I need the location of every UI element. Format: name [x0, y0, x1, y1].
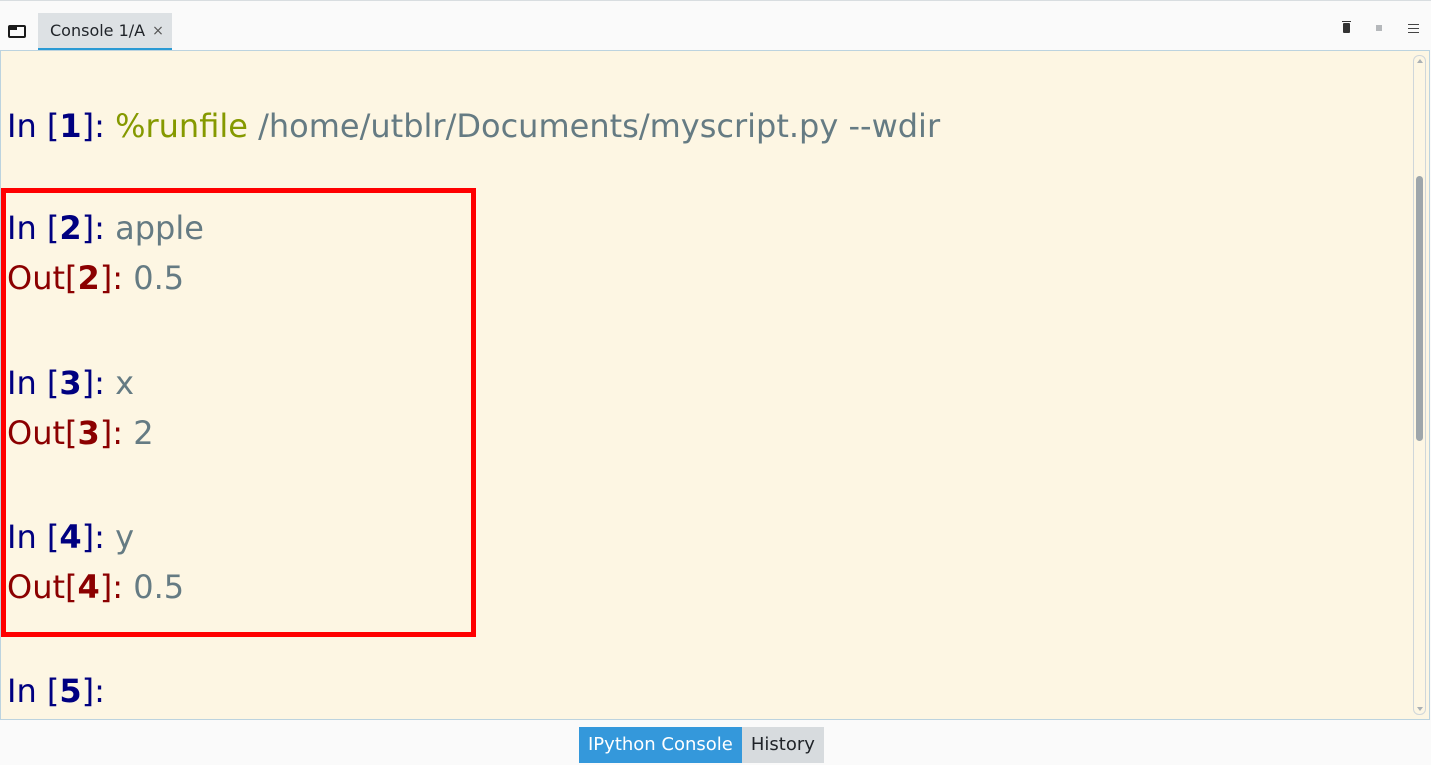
input-line-1: In [1]: %runfile /home/utblr/Documents/m… [7, 106, 940, 146]
close-icon[interactable]: × [152, 23, 164, 39]
scroll-up-icon[interactable] [1417, 59, 1423, 63]
tab-label: Console 1/A [50, 21, 146, 40]
console-toolbar [1342, 21, 1419, 33]
scroll-down-icon[interactable] [1417, 707, 1423, 711]
vertical-scrollbar[interactable] [1413, 55, 1426, 715]
tab-console-1a[interactable]: Console 1/A × [38, 13, 172, 50]
console-tabbar: Console 1/A × [0, 0, 1431, 50]
stop-icon[interactable] [1376, 25, 1382, 31]
console-output[interactable]: In [1]: %runfile /home/utblr/Documents/m… [0, 50, 1430, 720]
in-prompt: In [1]: [7, 107, 116, 145]
menu-icon[interactable] [1408, 23, 1419, 33]
ipython-console-pane: Console 1/A × In [1]: %runfile /home/utb… [0, 0, 1431, 765]
in-prompt: In [5]: [7, 672, 105, 710]
magic-command: %runfile [115, 107, 248, 145]
scrollbar-thumb[interactable] [1416, 176, 1423, 441]
trash-icon[interactable] [1342, 21, 1351, 33]
tab-ipython-console[interactable]: IPython Console [579, 727, 742, 763]
highlight-box [1, 188, 476, 637]
tab-history[interactable]: History [741, 727, 824, 763]
input-line-5[interactable]: In [5]: [7, 671, 105, 711]
window-icon[interactable] [8, 25, 26, 38]
plugin-tabs: IPython Console History [579, 727, 824, 763]
input-code: /home/utblr/Documents/myscript.py --wdir [247, 107, 941, 145]
